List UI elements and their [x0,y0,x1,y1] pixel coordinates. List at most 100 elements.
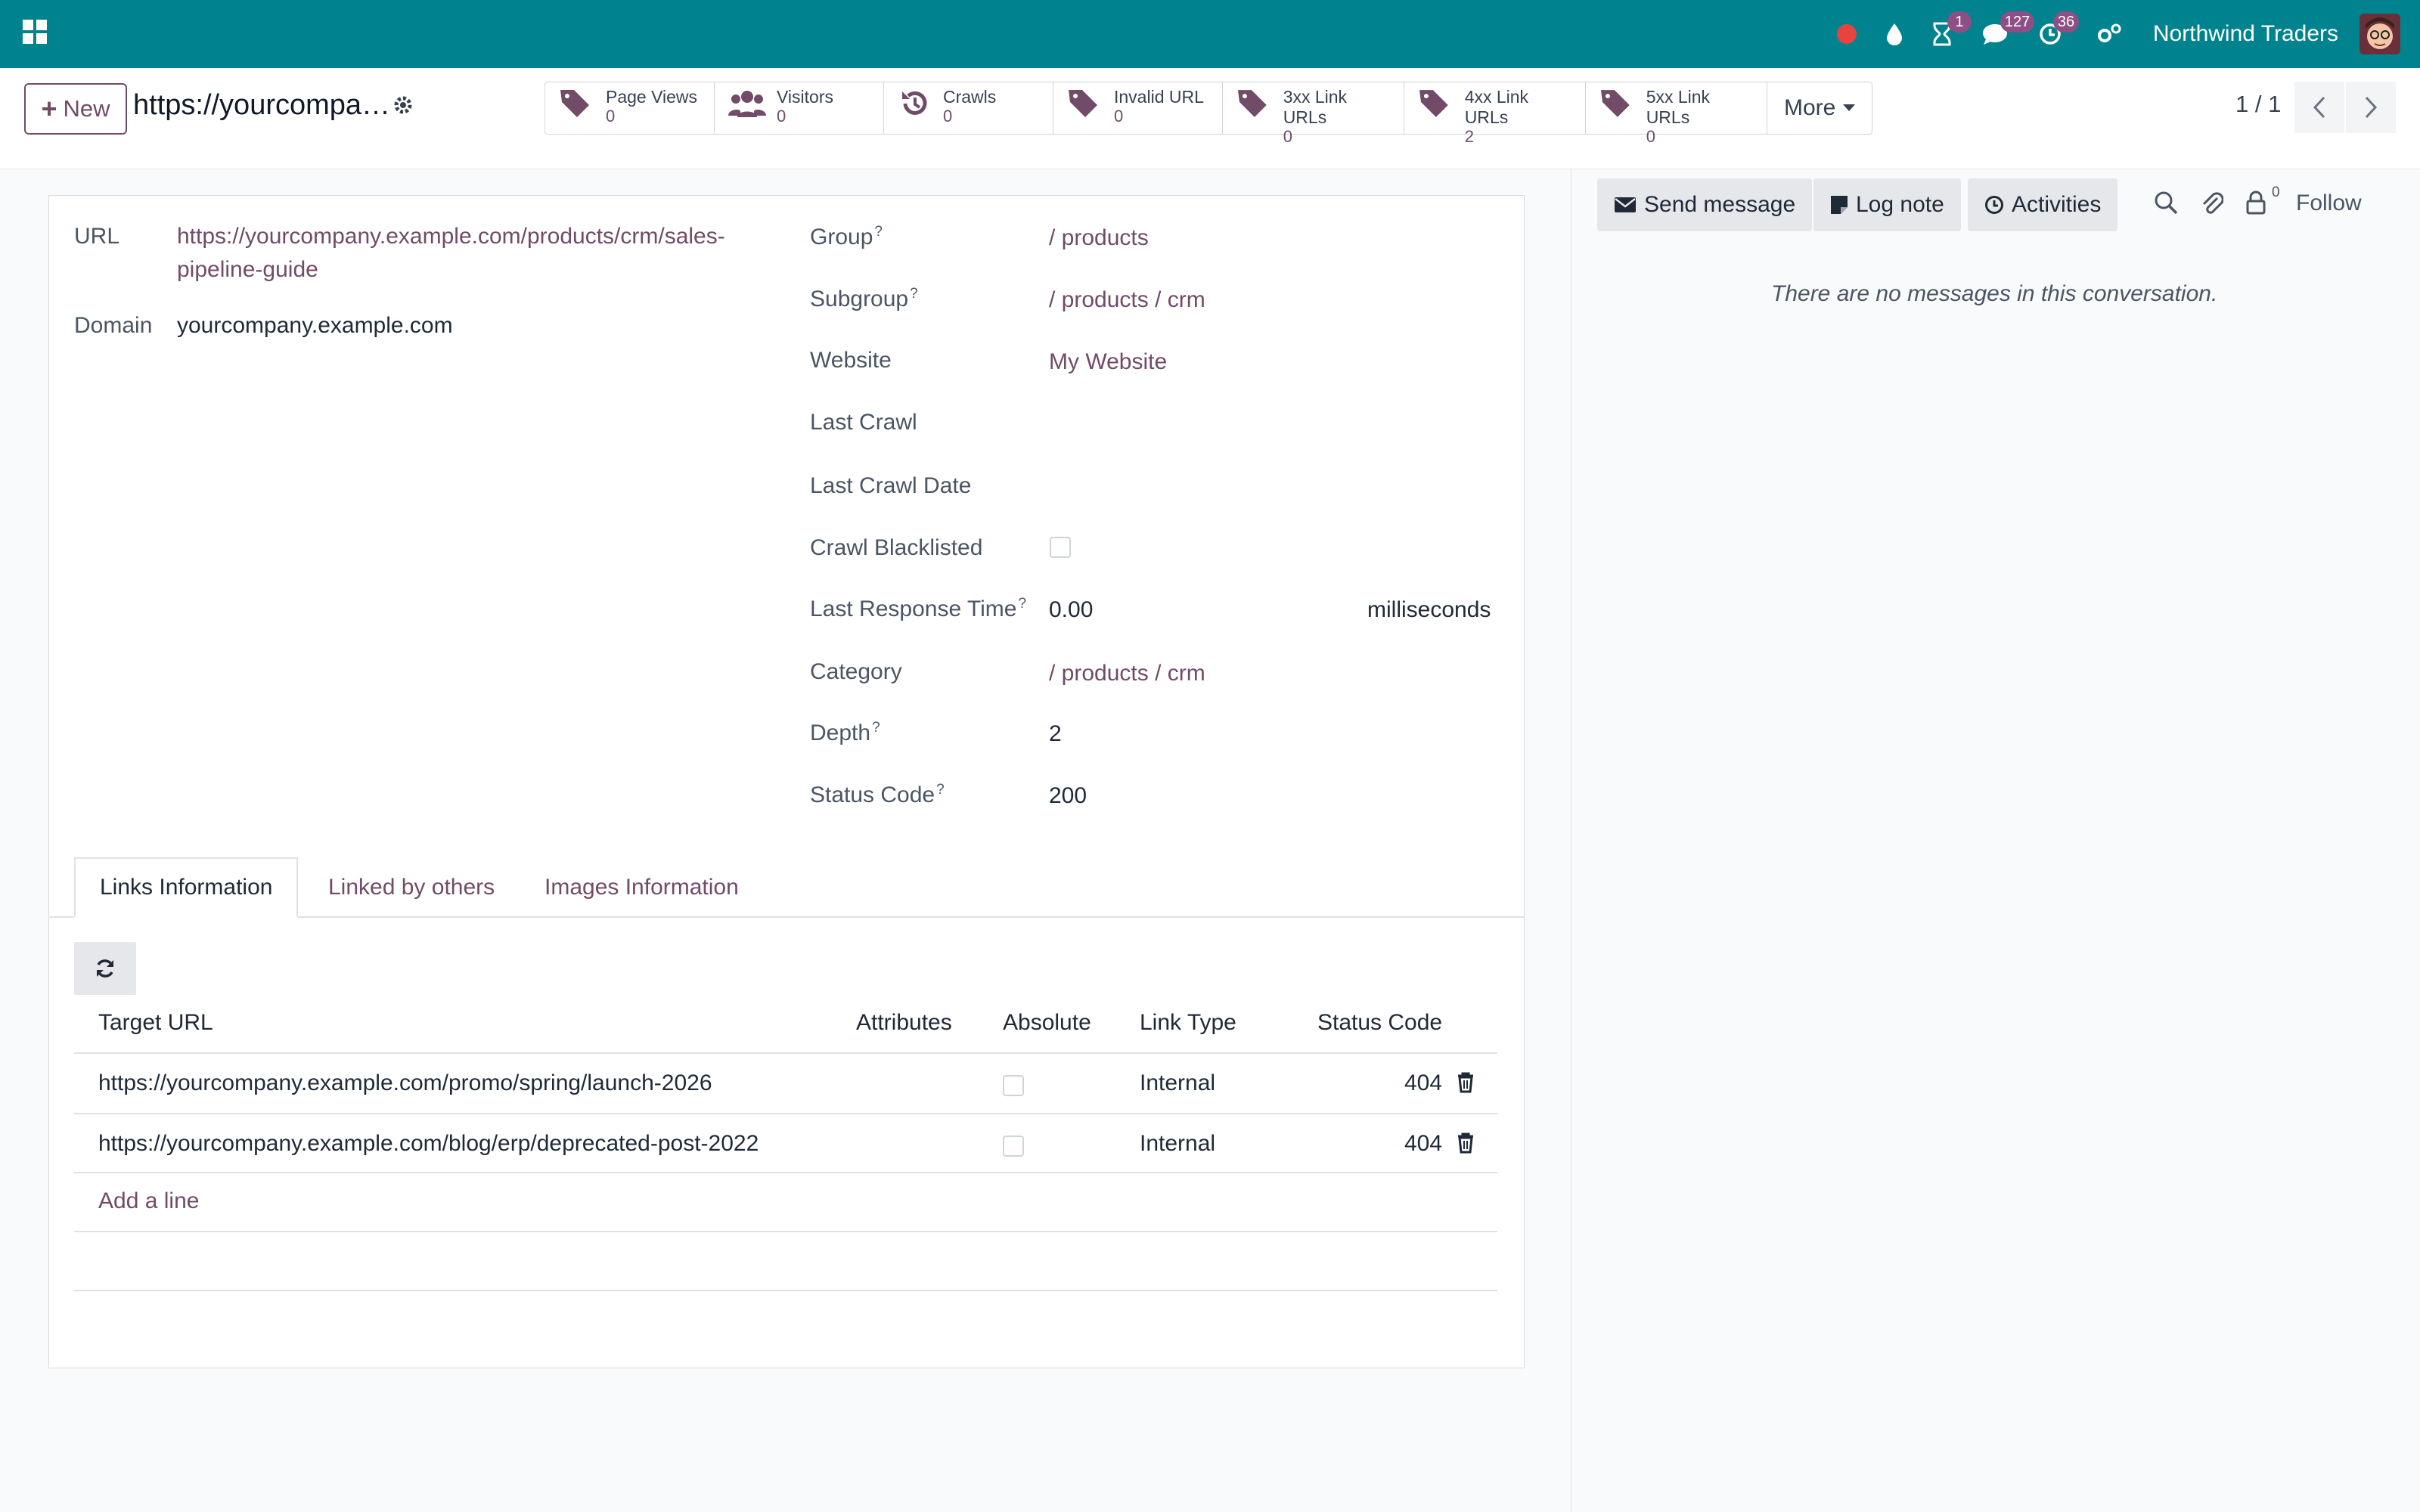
clock-icon[interactable]: 36 [2038,11,2080,46]
depth-value: 2 [1049,721,1062,746]
column-header-absolute[interactable]: Absolute [1003,1010,1091,1036]
tags-icon [560,90,589,117]
trash-icon[interactable] [1457,1072,1475,1093]
lock-icon[interactable] [2246,191,2266,215]
row-target-url[interactable]: https://yourcompany.example.com/promo/sp… [98,1070,712,1096]
tags-icon [1237,90,1267,117]
row-link-type[interactable]: Internal [1140,1070,1215,1096]
users-icon [728,91,766,117]
history-icon [902,91,927,115]
last-crawl-label: Last Crawl [810,410,917,435]
clock-icon [1985,196,2003,214]
apps-menu-icon[interactable] [21,18,48,45]
new-record-button[interactable]: + New [24,83,127,135]
row-divider [74,1113,1497,1114]
record-title: https://yourcompa… [133,89,391,121]
send-message-button[interactable]: Send message [1597,178,1813,231]
column-header-target-url[interactable]: Target URL [98,1010,213,1036]
status-code-value: 200 [1049,783,1087,808]
envelope-icon [1615,197,1636,212]
row-divider [74,1231,1497,1232]
refresh-icon [97,959,113,978]
crawl-blacklisted-label: Crawl Blacklisted [810,535,983,560]
followers-count: 0 [2272,184,2280,200]
stat-3xx-link-urls[interactable]: 3xx Link URLs 0 [1223,82,1404,146]
stat-page-views[interactable]: Page Views 0 [545,82,715,134]
pager-counter[interactable]: 1 / 1 [2235,91,2281,118]
domain-value: yourcompany.example.com [177,313,453,338]
activity-hourglass-icon[interactable]: 1 [1932,11,1972,46]
stat-invalid-url[interactable]: Invalid URL 0 [1053,82,1223,134]
tags-icon [1419,90,1448,117]
stat-4xx-link-urls[interactable]: 4xx Link URLs 2 [1404,82,1586,146]
empty-conversation-message: There are no messages in this conversati… [1771,281,2218,306]
last-crawl-date-label: Last Crawl Date [810,473,972,498]
chevron-left-icon [2313,96,2325,119]
row-link-type[interactable]: Internal [1140,1131,1215,1157]
messages-badge: 127 [2000,11,2035,33]
top-navbar: 1 127 36 Northwind Traders [0,0,2420,68]
website-label: Website [810,348,892,373]
plus-icon: + [41,93,57,124]
category-value[interactable]: / products / crm [1049,661,1205,686]
column-header-status-code[interactable]: Status Code [1317,1010,1442,1036]
user-avatar[interactable] [2360,14,2400,54]
depth-label: Depth? [810,720,880,745]
add-line-link[interactable]: Add a line [98,1188,199,1214]
column-header-link-type[interactable]: Link Type [1140,1010,1236,1036]
search-icon[interactable] [2154,191,2178,215]
table-header-divider [74,1052,1497,1054]
paperclip-icon[interactable] [2201,191,2223,216]
row-status-code[interactable]: 404 [1404,1070,1442,1096]
url-value-line1[interactable]: https://yourcompany.example.com/products… [177,224,725,249]
sticky-note-icon [1831,196,1848,214]
group-label: Group? [810,224,883,249]
messages-icon[interactable]: 127 [1981,11,2035,46]
row-target-url[interactable]: https://yourcompany.example.com/blog/erp… [98,1131,759,1157]
stat-crawls[interactable]: Crawls 0 [884,82,1053,134]
stat-visitors[interactable]: Visitors 0 [715,82,884,134]
last-response-time-unit: milliseconds [1367,597,1491,622]
crawl-blacklisted-checkbox[interactable] [1050,537,1071,558]
subgroup-value[interactable]: / products / crm [1049,287,1205,313]
recording-indicator-icon[interactable] [1836,24,1857,44]
activity-badge: 1 [1947,11,1972,33]
url-value-line2[interactable]: pipeline-guide [177,257,318,283]
status-code-label: Status Code? [810,782,945,807]
url-label: URL [74,224,120,249]
caret-down-icon [1843,104,1856,111]
pager-next-button[interactable] [2346,82,2396,133]
last-response-time-label: Last Response Time? [810,596,1027,621]
refresh-links-button[interactable] [74,942,136,995]
more-button[interactable]: More [1767,82,1872,134]
website-value[interactable]: My Website [1049,349,1167,375]
table-footer-divider [74,1290,1497,1291]
clock-badge: 36 [2052,11,2080,33]
row-status-code[interactable]: 404 [1404,1131,1442,1157]
settings-gears-icon[interactable] [2096,22,2123,46]
company-switcher[interactable]: Northwind Traders [2153,21,2338,47]
tab-images-information[interactable]: Images Information [520,857,763,918]
column-header-attributes[interactable]: Attributes [856,1010,952,1036]
trash-icon[interactable] [1457,1132,1475,1154]
domain-label: Domain [74,313,153,338]
tab-links-information[interactable]: Links Information [74,857,299,918]
tab-linked-by-others[interactable]: Linked by others [304,857,519,918]
droplet-icon[interactable] [1885,22,1903,46]
stat-5xx-link-urls[interactable]: 5xx Link URLs 0 [1586,82,1767,146]
subgroup-label: Subgroup? [810,286,918,311]
smart-buttons: Page Views 0 Visitors 0 Crawls 0 Invalid UR… [544,82,1873,146]
activities-button[interactable]: Activities [1968,178,2118,231]
row-absolute-checkbox[interactable] [1003,1075,1024,1096]
group-value[interactable]: / products [1049,225,1149,251]
tags-icon [1600,90,1630,117]
row-absolute-checkbox[interactable] [1003,1136,1024,1157]
last-response-time-value[interactable]: 0.00 [1049,597,1093,623]
category-label: Category [810,659,902,684]
control-panel: + New https://yourcompa… Page Views 0 Vis… [0,68,2420,169]
pager-previous-button[interactable] [2294,82,2344,133]
log-note-button[interactable]: Log note [1813,178,1961,231]
record-actions-gear-icon[interactable] [392,94,414,116]
form-sheet [48,195,1525,1368]
follow-button[interactable]: Follow [2296,191,2362,216]
